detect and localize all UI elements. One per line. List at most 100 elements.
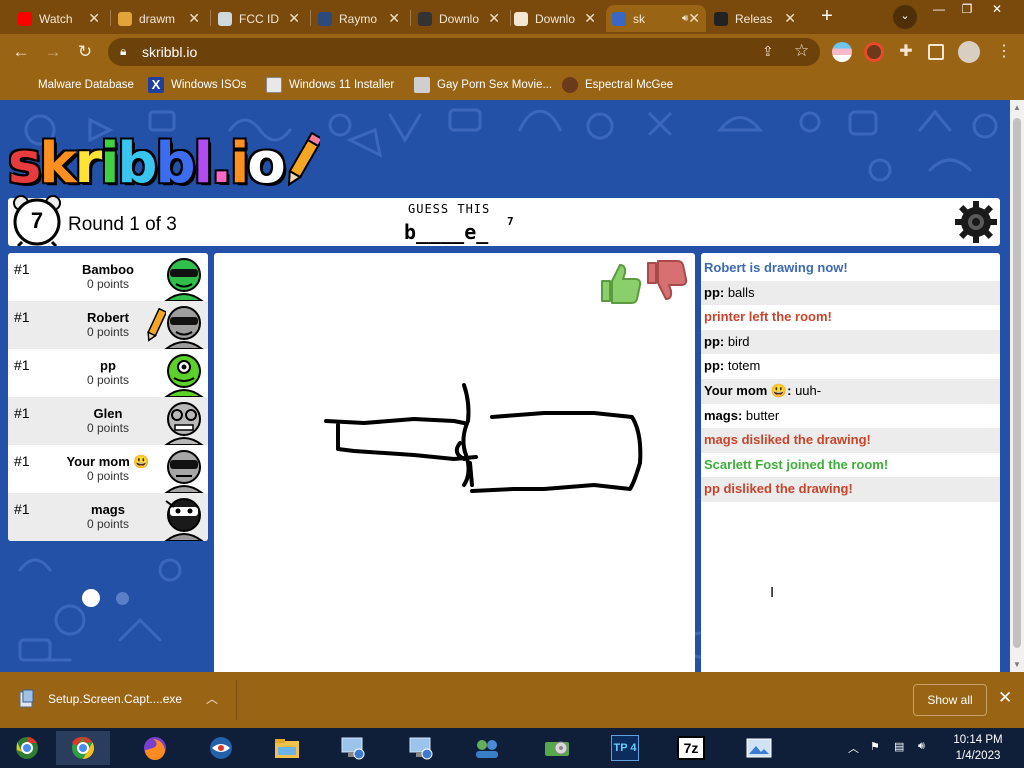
browser-tab[interactable]: drawm ✕ [112,5,206,32]
chrome-icon [72,736,94,759]
drawing-canvas[interactable] [214,253,695,672]
extensions-puzzle-icon[interactable]: ✚ [896,42,916,62]
bookmark-malware-database[interactable]: Malware Database [18,77,134,93]
side-panel-icon[interactable] [928,44,944,60]
address-bar[interactable]: 🔒︎ skribbl.io ⇪ ☆ [108,38,820,66]
bookmark-label: Malware Database [38,79,134,91]
taskbar-app[interactable] [394,731,448,765]
browser-tab[interactable]: Raymo ✕ [312,5,406,32]
browser-tab[interactable]: Downlo ✕ [412,5,506,32]
close-window-button[interactable]: ✕ [982,0,1012,18]
bookmark-star-icon[interactable]: ☆ [794,41,809,61]
restore-button[interactable]: ❐ [952,0,982,18]
volume-icon[interactable]: 🔊︎ [918,740,925,753]
scroll-up-icon[interactable]: ▲ [1013,103,1021,112]
taskbar-app[interactable]: 7z [664,731,718,765]
tab-close-icon[interactable]: ✕ [488,10,500,27]
taskbar-app[interactable] [326,731,380,765]
show-hidden-icons-icon[interactable]: ︿ [848,740,859,756]
github-icon [714,11,728,26]
browser-tab[interactable]: FCC ID ✕ [212,5,306,32]
close-icon[interactable]: ✕ [998,688,1012,708]
tab-separator [210,10,211,26]
show-all-button[interactable]: Show all [913,684,987,716]
taskbar-app[interactable] [460,731,514,765]
browser-tab[interactable]: Releas ✕ [708,5,802,32]
people-app-icon [476,740,498,758]
player-rank: #1 [14,453,30,469]
disk-app-icon [545,741,569,756]
player-row[interactable]: #1 mags 0 points [8,493,208,541]
tab-close-icon[interactable]: ✕ [688,10,700,27]
player-row[interactable]: #1 Glen 0 points [8,397,208,445]
new-tab-button[interactable]: + [815,6,839,28]
tab-label: sk [633,11,645,26]
back-icon[interactable]: ← [10,42,32,62]
avatar [164,306,204,349]
profile-avatar-icon[interactable] [958,41,980,63]
taskbar-app[interactable] [0,731,54,765]
tab-search-button[interactable]: ⌄ [893,5,917,29]
browser-tab[interactable]: sk 🔊︎ ✕ [606,5,706,32]
chat-message: mags: butter [701,404,1000,429]
thumbs-down-icon[interactable] [644,259,690,305]
minimize-button[interactable]: — [924,0,954,18]
tab-close-icon[interactable]: ✕ [188,10,200,27]
x-icon: X [148,77,164,93]
player-rank: #1 [14,357,30,373]
taskbar-app[interactable] [260,731,314,765]
tab-label: drawm [139,11,176,26]
tab-close-icon[interactable]: ✕ [88,10,100,27]
taskbar-app[interactable] [128,731,182,765]
avatar [164,258,204,301]
taskbar-app[interactable]: TP 4 [598,731,652,765]
scrollbar-thumb[interactable] [1013,118,1021,648]
download-bar: Setup.Screen.Capt....exe ︿ Show all ✕ [0,672,1024,728]
bookmark-windows-11-installer[interactable]: Windows 11 Installer [266,77,394,93]
forward-icon[interactable]: → [42,42,64,62]
taskbar-app[interactable] [732,731,786,765]
taskbar-app[interactable] [194,731,248,765]
word-length: 7 [507,215,514,228]
profile-extension-icon[interactable] [864,42,884,62]
thumbs-up-icon[interactable] [598,259,644,305]
windows-taskbar: TP 4 7z ︿ ⚑ ▤ 🔊︎ 10:14 PM 1/4/2023 [0,728,1024,768]
chevron-up-icon[interactable]: ︿ [206,690,218,707]
tab-close-icon[interactable]: ✕ [584,10,596,27]
tab-close-icon[interactable]: ✕ [288,10,300,27]
reload-icon[interactable]: ↻ [74,42,96,62]
page-dot-active[interactable] [82,589,100,607]
share-icon[interactable]: ⇪ [762,43,774,60]
page-dot[interactable] [116,592,129,605]
taskbar-app[interactable] [530,731,584,765]
browser-tab[interactable]: Watch ✕ [12,5,106,32]
bookmark-site[interactable]: Gay Porn Sex Movie... [414,77,552,93]
taskbar-app[interactable] [56,731,110,765]
player-row[interactable]: #1 pp 0 points [8,349,208,397]
network-icon[interactable]: ▤ [894,740,904,753]
player-row[interactable]: #1 Bamboo 0 points [8,253,208,301]
browser-menu-icon[interactable]: ⋮ [994,42,1014,62]
tab-label: Releas [735,11,773,26]
tab-close-icon[interactable]: ✕ [784,10,796,27]
network-app-icon [341,737,365,760]
chat-event-text: Scarlett Fost joined the room! [704,456,889,472]
download-item[interactable]: Setup.Screen.Capt....exe [18,689,182,709]
chat-event: printer left the room! [701,305,1000,330]
tab-close-icon[interactable]: ✕ [388,10,400,27]
player-name: Your mom 😃 [66,454,150,469]
scroll-down-icon[interactable]: ▼ [1013,660,1021,669]
extension-pride-icon[interactable] [832,42,852,62]
system-clock[interactable]: 10:14 PM 1/4/2023 [946,732,1010,764]
player-row[interactable]: #1 Your mom 😃 0 points [8,445,208,493]
flag-icon[interactable]: ⚑ [870,740,880,753]
bookmark-espectral-mcgee[interactable]: Espectral McGee [562,77,673,93]
chat-text: uuh- [791,382,822,398]
player-row[interactable]: #1 Robert 0 points [8,301,208,349]
browser-tab[interactable]: Downlo ✕ [508,5,602,32]
timer-text: 7 [30,208,44,233]
avatar [164,402,204,445]
page-scrollbar[interactable]: ▲ ▼ [1010,100,1024,672]
settings-gear-icon[interactable] [954,200,998,244]
bookmark-windows-isos[interactable]: X Windows ISOs [148,77,246,93]
